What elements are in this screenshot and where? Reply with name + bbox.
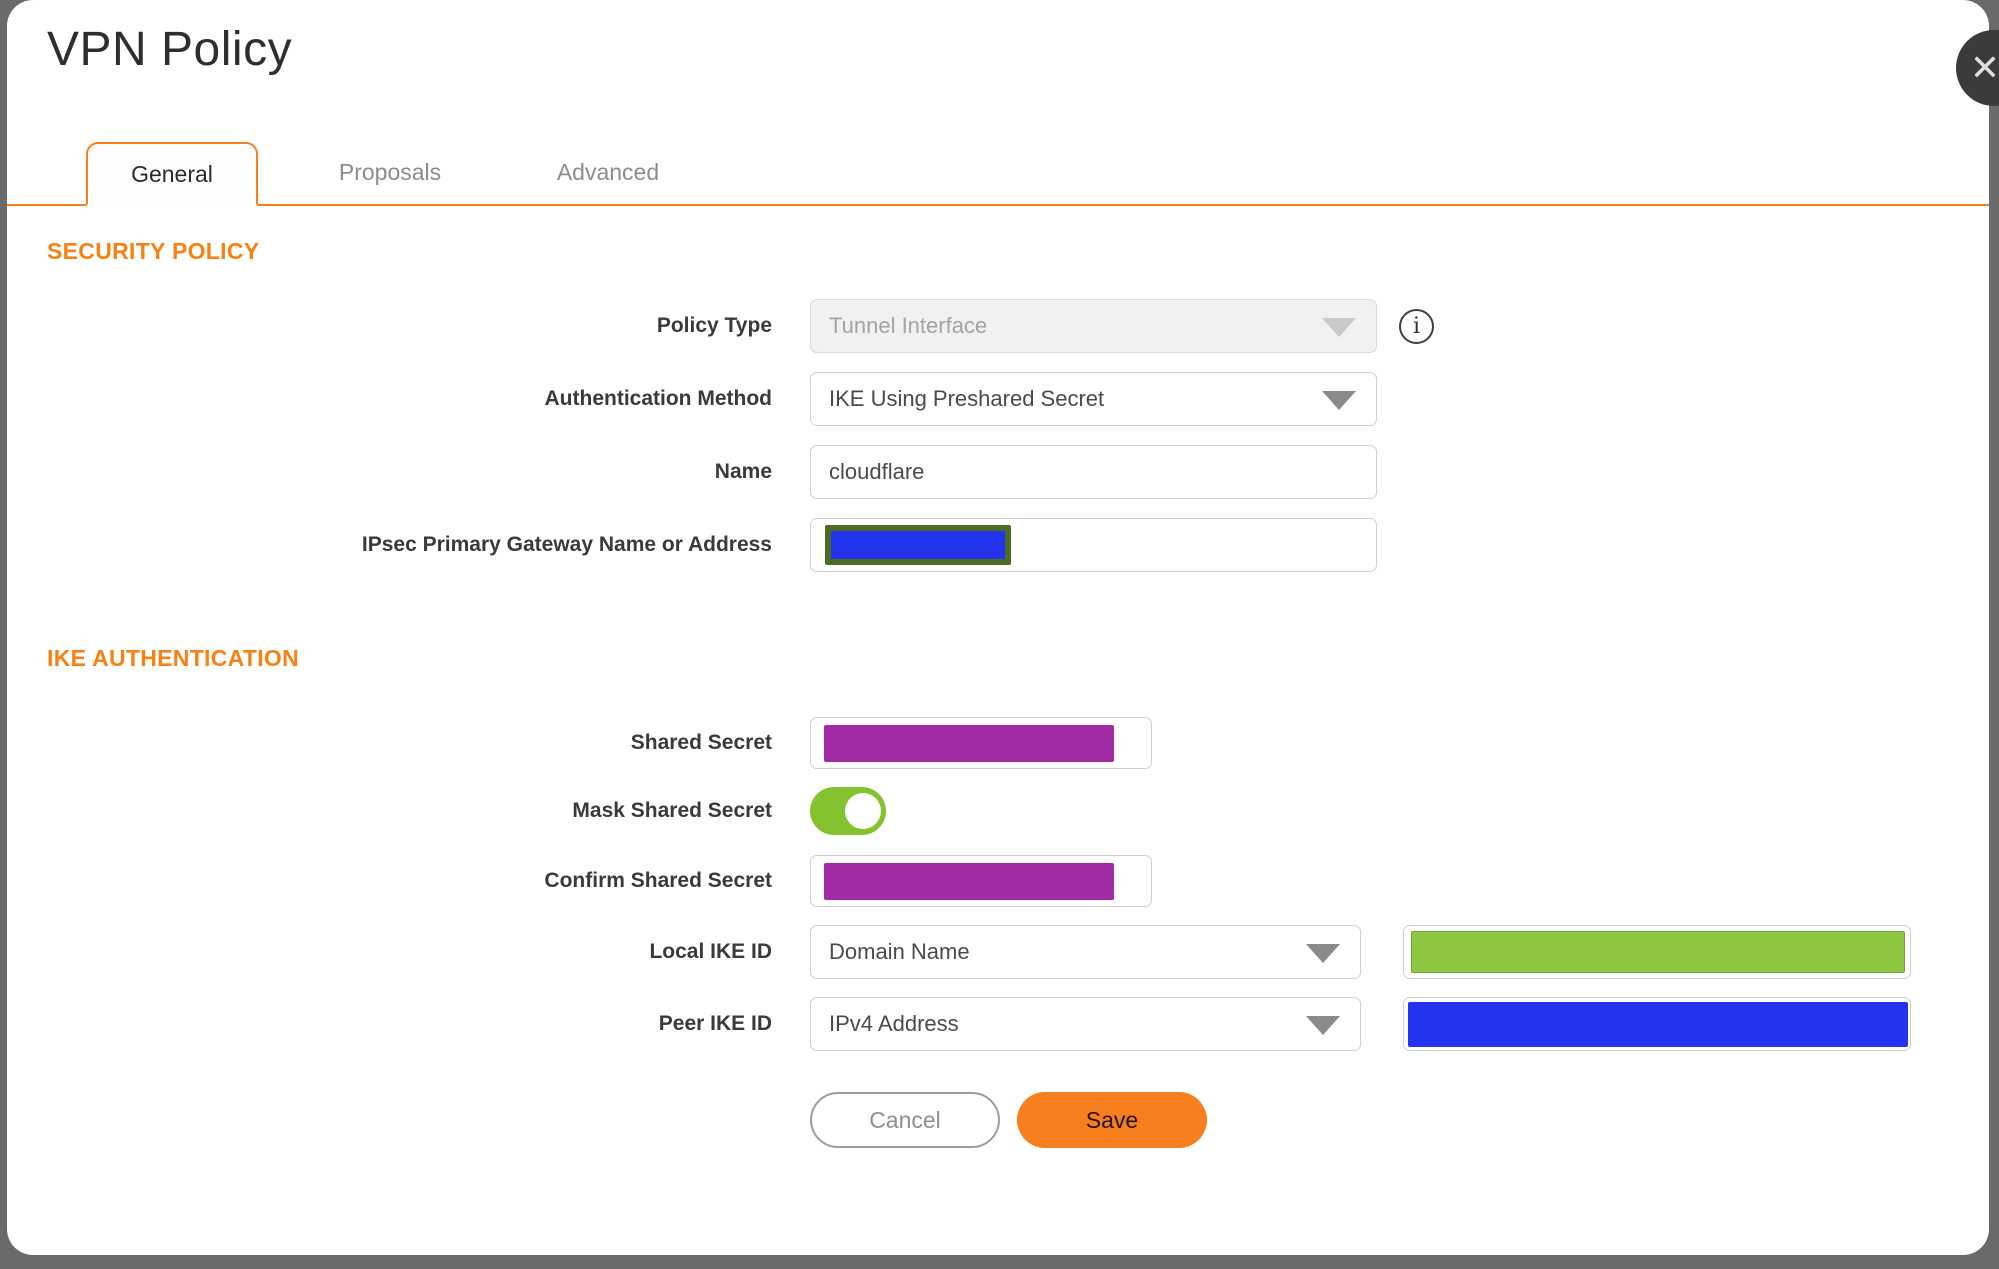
name-value: cloudflare [829, 459, 925, 484]
vpn-policy-dialog: VPN Policy General Proposals Advanced SE… [7, 0, 1989, 1255]
peer-ike-id-select[interactable]: IPv4 Address [810, 997, 1361, 1051]
policy-type-row: Policy Type Tunnel Interface i [47, 299, 1949, 353]
toggle-knob [845, 793, 881, 829]
action-buttons: Cancel Save [810, 1092, 1949, 1148]
authentication-method-row: Authentication Method IKE Using Preshare… [47, 372, 1949, 426]
confirm-shared-secret-label: Confirm Shared Secret [544, 869, 772, 892]
redacted-local-ike-id-value [1411, 931, 1905, 973]
confirm-shared-secret-row: Confirm Shared Secret [47, 855, 1949, 907]
peer-ike-id-type-value: IPv4 Address [829, 1011, 959, 1036]
policy-type-select: Tunnel Interface [810, 299, 1377, 353]
save-button[interactable]: Save [1017, 1092, 1207, 1148]
ipsec-gateway-input[interactable] [810, 518, 1377, 572]
local-ike-id-input[interactable] [1403, 925, 1911, 979]
peer-ike-id-row: Peer IKE ID IPv4 Address [47, 997, 1949, 1051]
info-icon[interactable]: i [1399, 308, 1434, 344]
tab-bar: General Proposals Advanced [7, 140, 1989, 206]
chevron-down-icon [1306, 944, 1340, 963]
redacted-confirm-shared-secret-value [824, 862, 1114, 900]
shared-secret-input[interactable] [810, 717, 1152, 769]
shared-secret-row: Shared Secret [47, 717, 1949, 769]
redacted-shared-secret-value [824, 724, 1114, 762]
policy-type-value: Tunnel Interface [829, 313, 988, 338]
ipsec-gateway-row: IPsec Primary Gateway Name or Address [47, 518, 1949, 572]
mask-shared-secret-label: Mask Shared Secret [572, 799, 772, 822]
authentication-method-label: Authentication Method [544, 387, 772, 410]
policy-type-label: Policy Type [656, 314, 772, 337]
chevron-down-icon [1322, 318, 1356, 337]
name-label: Name [714, 460, 772, 483]
name-input[interactable]: cloudflare [810, 445, 1377, 499]
authentication-method-value: IKE Using Preshared Secret [829, 386, 1105, 411]
chevron-down-icon [1306, 1016, 1340, 1035]
redacted-gateway-value [825, 525, 1011, 565]
tab-proposals[interactable]: Proposals [304, 140, 476, 204]
name-row: Name cloudflare [47, 445, 1949, 499]
shared-secret-label: Shared Secret [630, 731, 772, 754]
local-ike-id-label: Local IKE ID [649, 940, 772, 963]
peer-ike-id-label: Peer IKE ID [658, 1012, 772, 1035]
redacted-peer-ike-id-value [1408, 1001, 1908, 1047]
tab-advanced[interactable]: Advanced [522, 140, 694, 204]
page-title: VPN Policy [47, 23, 293, 76]
mask-shared-secret-toggle[interactable] [810, 787, 886, 835]
tab-general[interactable]: General [86, 142, 258, 206]
security-policy-heading: SECURITY POLICY [47, 238, 260, 264]
local-ike-id-type-value: Domain Name [829, 939, 970, 964]
peer-ike-id-input[interactable] [1403, 997, 1911, 1051]
confirm-shared-secret-input[interactable] [810, 855, 1152, 907]
cancel-button[interactable]: Cancel [810, 1092, 1000, 1148]
ipsec-gateway-label: IPsec Primary Gateway Name or Address [361, 533, 772, 556]
local-ike-id-row: Local IKE ID Domain Name [47, 925, 1949, 979]
mask-shared-secret-row: Mask Shared Secret [47, 787, 1949, 835]
chevron-down-icon [1322, 391, 1356, 410]
local-ike-id-select[interactable]: Domain Name [810, 925, 1361, 979]
authentication-method-select[interactable]: IKE Using Preshared Secret [810, 372, 1377, 426]
ike-authentication-heading: IKE AUTHENTICATION [47, 645, 299, 671]
